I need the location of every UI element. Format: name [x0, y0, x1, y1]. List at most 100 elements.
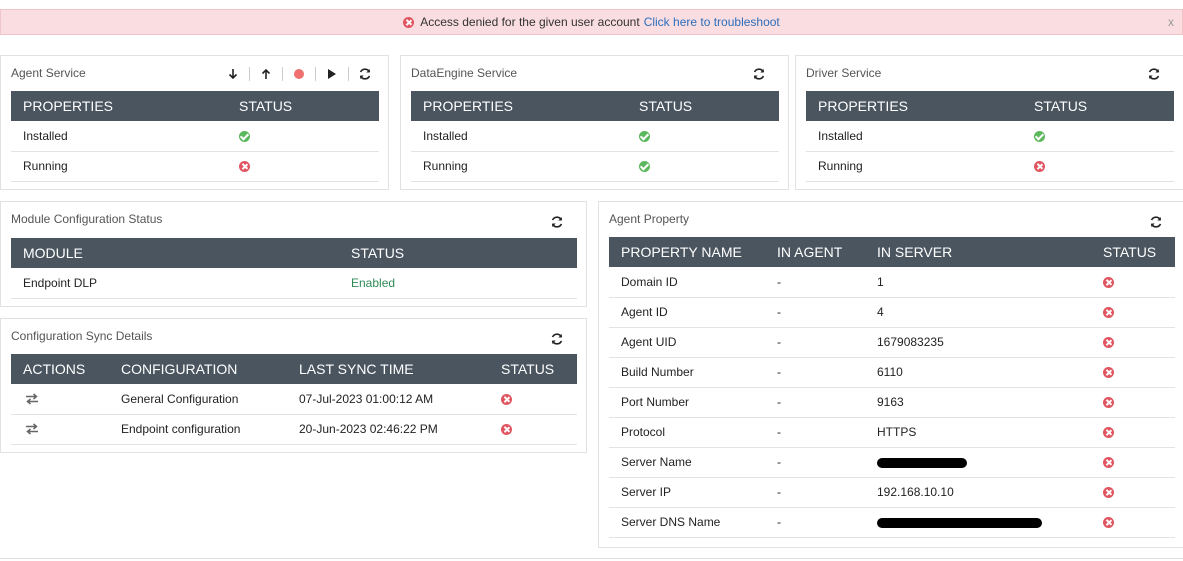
error-icon [1103, 277, 1114, 289]
property-name-cell: Agent UID [609, 327, 765, 358]
column-header: PROPERTIES [818, 98, 908, 114]
column-header: IN SERVER [877, 244, 953, 260]
agent-property-panel: Agent Property PROPERTY NAME IN AGENT IN… [598, 201, 1183, 548]
table-row: Server Name - [609, 447, 1175, 478]
record-icon[interactable] [290, 65, 308, 83]
column-header: STATUS [1103, 244, 1157, 260]
refresh-icon[interactable] [1147, 213, 1165, 231]
table-row: Installed [411, 121, 779, 152]
property-cell: Installed [411, 121, 627, 152]
column-header: STATUS [501, 361, 555, 377]
sync-icon[interactable] [23, 390, 41, 408]
driver-service-table: PROPERTIES STATUS Installed Running [806, 91, 1174, 182]
refresh-icon[interactable] [1145, 65, 1163, 83]
success-icon [239, 131, 250, 143]
error-icon [239, 161, 250, 173]
in-agent-cell: - [765, 297, 865, 328]
download-icon[interactable] [224, 65, 242, 83]
agent-service-table: PROPERTIES STATUS Installed Running [11, 91, 379, 182]
in-agent-cell: - [765, 417, 865, 448]
refresh-icon[interactable] [750, 65, 768, 83]
driver-toolbar [1145, 65, 1163, 83]
property-cell: Installed [11, 121, 227, 152]
error-icon [1103, 307, 1114, 319]
error-icon [1103, 457, 1114, 469]
module-config-table: MODULE STATUS Endpoint DLP Enabled [11, 238, 577, 299]
column-header: STATUS [239, 98, 293, 114]
property-name-cell: Server Name [609, 447, 765, 478]
status-cell [1091, 327, 1175, 358]
table-row: Running [11, 151, 379, 182]
error-icon [403, 16, 415, 28]
table-row: Server IP - 192.168.10.10 [609, 477, 1175, 508]
config-sync-toolbar [548, 330, 566, 348]
table-row: Agent UID - 1679083235 [609, 327, 1175, 358]
in-server-cell: 1 [865, 267, 1091, 298]
troubleshoot-link[interactable]: Click here to troubleshoot [644, 15, 780, 29]
in-server-cell: 4 [865, 297, 1091, 328]
in-agent-cell: - [765, 357, 865, 388]
property-name-cell: Server DNS Name [609, 507, 765, 538]
error-icon [1103, 367, 1114, 379]
in-server-cell [865, 447, 1091, 478]
panel-title: Driver Service [806, 66, 882, 80]
last-sync-cell: 07-Jul-2023 01:00:12 AM [287, 384, 489, 415]
play-icon[interactable] [323, 65, 341, 83]
refresh-icon[interactable] [548, 213, 566, 231]
upload-icon[interactable] [257, 65, 275, 83]
in-server-cell: HTTPS [865, 417, 1091, 448]
redacted-value [877, 457, 967, 468]
error-icon [1103, 427, 1114, 439]
column-header: IN AGENT [777, 244, 843, 260]
error-icon [1103, 397, 1114, 409]
action-cell [11, 384, 109, 415]
status-cell [627, 151, 779, 182]
in-server-cell: 6110 [865, 357, 1091, 388]
column-header: LAST SYNC TIME [299, 361, 414, 377]
error-icon [1103, 487, 1114, 499]
property-cell: Running [11, 151, 227, 182]
status-cell [1091, 357, 1175, 388]
in-agent-cell: - [765, 447, 865, 478]
in-server-cell: 1679083235 [865, 327, 1091, 358]
column-header: STATUS [639, 98, 693, 114]
alert-message: Access denied for the given user account [420, 15, 640, 29]
config-sync-table: ACTIONS CONFIGURATION LAST SYNC TIME STA… [11, 354, 577, 445]
table-row: Domain ID - 1 [609, 267, 1175, 298]
in-agent-cell: - [765, 387, 865, 418]
agent-service-toolbar [224, 65, 374, 83]
in-agent-cell: - [765, 267, 865, 298]
in-server-cell [865, 507, 1091, 538]
table-row: Installed [806, 121, 1174, 152]
in-agent-cell: - [765, 327, 865, 358]
property-name-cell: Agent ID [609, 297, 765, 328]
property-name-cell: Server IP [609, 477, 765, 508]
success-icon [1034, 131, 1045, 143]
refresh-icon[interactable] [548, 330, 566, 348]
error-alert-bar: Access denied for the given user account… [0, 9, 1183, 35]
configuration-cell: General Configuration [109, 384, 287, 415]
table-row: Server DNS Name - [609, 507, 1175, 538]
panel-title: Module Configuration Status [11, 212, 163, 226]
last-sync-cell: 20-Jun-2023 02:46:22 PM [287, 414, 489, 445]
table-row: Build Number - 6110 [609, 357, 1175, 388]
panel-title: Agent Property [609, 212, 690, 226]
sync-icon[interactable] [23, 420, 41, 438]
property-cell: Installed [806, 121, 1022, 152]
column-header: STATUS [1034, 98, 1088, 114]
column-header: PROPERTIES [23, 98, 113, 114]
configuration-cell: Endpoint configuration [109, 414, 287, 445]
agent-service-panel: Agent Service PROPERTIES STATUS Installe… [0, 55, 389, 190]
close-alert-button[interactable]: x [1168, 15, 1174, 29]
module-config-toolbar [548, 213, 566, 231]
status-cell [1091, 507, 1175, 538]
column-header: ACTIONS [23, 361, 86, 377]
redacted-value [877, 517, 1042, 528]
in-server-cell: 9163 [865, 387, 1091, 418]
table-row: Running [411, 151, 779, 182]
panel-title: Agent Service [11, 66, 86, 80]
module-cell: Endpoint DLP [11, 268, 339, 299]
refresh-icon[interactable] [356, 65, 374, 83]
status-cell [227, 151, 379, 182]
table-row: Port Number - 9163 [609, 387, 1175, 418]
